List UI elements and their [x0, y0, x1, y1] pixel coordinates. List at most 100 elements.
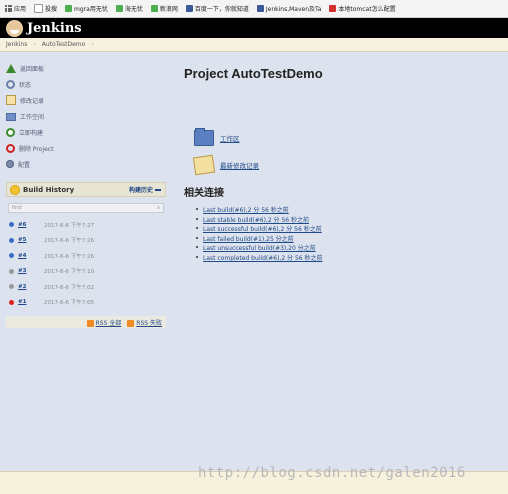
task-status[interactable]: 状态 [6, 76, 166, 92]
build-row[interactable]: #4 2017-6-6 下午7:26 [6, 248, 166, 264]
bookmark-item[interactable]: 投搜 [31, 4, 60, 13]
rss-failed-label: RSS 失败 [136, 319, 162, 327]
build-number[interactable]: #4 [18, 253, 44, 259]
build-status-ball-icon [9, 268, 14, 274]
rss-links: RSS 全部 RSS 失败 [6, 316, 166, 328]
workspace-label: 工作区 [220, 135, 240, 143]
site-icon [65, 5, 73, 12]
build-row[interactable]: #2 2017-6-6 下午7:02 [6, 279, 166, 295]
bookmark-label: 新浪网 [159, 6, 178, 13]
build-row[interactable]: #3 2017-6-6 下午7:10 [6, 264, 166, 280]
breadcrumb-jenkins[interactable]: Jenkins [6, 41, 27, 48]
bookmark-label: 百度一下，你就知道 [194, 6, 249, 13]
permalinks-list: Last build(#6),2 分 56 秒之前 Last stable bui… [196, 205, 323, 263]
task-label: 工作空间 [20, 113, 45, 121]
build-history-title-text: Build History [23, 185, 75, 194]
jenkins-logo-icon[interactable] [6, 19, 23, 37]
task-label: 状态 [19, 81, 32, 89]
build-status-ball-icon [9, 299, 14, 305]
folder-icon [6, 113, 16, 121]
rss-all-label: RSS 全部 [95, 319, 122, 327]
bookmark-label: 应用 [14, 6, 27, 13]
bookmark-apps[interactable]: 应用 [2, 4, 29, 13]
recent-changes-label: 最新修改记录 [220, 162, 259, 170]
task-changes[interactable]: 修改记录 [6, 92, 166, 108]
permalink-item[interactable]: Last stable build(#6),2 分 56 秒之前 [196, 215, 323, 225]
trend-icon [155, 188, 161, 191]
build-status-ball-icon [9, 237, 14, 243]
trend-label: 构建历史 [128, 187, 153, 194]
build-number[interactable]: #1 [18, 299, 44, 305]
permalink-item[interactable]: Last unsuccessful build(#3),20 分之前 [196, 243, 323, 253]
paw-icon [185, 5, 193, 12]
clear-filter-icon[interactable]: x [157, 205, 160, 211]
build-row[interactable]: #1 2017-6-6 下午7:05 [6, 295, 166, 311]
clock-icon [6, 127, 15, 137]
bookmark-item[interactable]: Jenkins,Maven及Ta [254, 4, 325, 13]
task-configure[interactable]: 配置 [6, 156, 166, 172]
task-delete-project[interactable]: 删除 Project [6, 140, 166, 156]
breadcrumb-separator: › [33, 41, 36, 48]
build-number[interactable]: #2 [18, 284, 44, 290]
site-icon [256, 5, 264, 12]
build-number[interactable]: #3 [18, 268, 44, 274]
bookmark-label: Jenkins,Maven及Ta [265, 6, 322, 13]
build-date: 2017-6-6 下午7:26 [44, 253, 95, 260]
side-tasks: 返回面板 状态 修改记录 工作空间 立即构建 删除 Project 配置 [6, 60, 166, 172]
no-entry-icon [6, 143, 15, 153]
csdn-icon [329, 5, 337, 12]
permalink-item[interactable]: Last completed build(#6),2 分 56 秒之前 [196, 253, 323, 263]
permalinks-heading: 相关连接 [184, 188, 224, 199]
folder-icon [194, 128, 214, 146]
task-label: 立即构建 [19, 129, 44, 137]
build-status-ball-icon [9, 284, 14, 290]
build-status-ball-icon [9, 253, 14, 259]
bookmarks-bar: 应用 投搜 mgra用无忧 海无忧 新浪网 百度一下，你就知道 Jenkins,… [0, 0, 508, 18]
permalink-item[interactable]: Last failed build(#1),25 分之前 [196, 234, 323, 244]
bookmark-item[interactable]: 百度一下，你就知道 [183, 4, 252, 13]
site-icon [150, 5, 158, 12]
up-arrow-icon [6, 63, 16, 73]
task-label: 配置 [18, 161, 31, 169]
bookmark-item[interactable]: 本地tomcat怎么配置 [326, 4, 398, 13]
task-workspace[interactable]: 工作空间 [6, 108, 166, 124]
build-date: 2017-6-6 下午7:10 [44, 269, 95, 276]
watermark: http://blog.csdn.net/galen2016 [198, 465, 466, 481]
build-history-title: Build History [11, 185, 75, 194]
build-number[interactable]: #6 [18, 222, 44, 228]
build-history-header: Build History 构建历史 [6, 182, 166, 197]
apps-grid-icon [5, 5, 12, 12]
search-icon [6, 79, 15, 89]
rss-all-link[interactable]: RSS 全部 [86, 318, 122, 327]
recent-changes-link[interactable]: 最新修改记录 [192, 154, 259, 176]
bookmark-item[interactable]: 新浪网 [148, 4, 181, 13]
build-status-ball-icon [9, 222, 14, 228]
weather-sun-icon [11, 185, 19, 194]
build-row[interactable]: #6 2017-6-6 下午7:27 [6, 217, 166, 233]
page-icon [34, 4, 44, 13]
task-build-now[interactable]: 立即构建 [6, 124, 166, 140]
build-date: 2017-6-6 下午7:05 [44, 300, 95, 307]
bookmark-item[interactable]: mgra用无忧 [62, 4, 111, 13]
permalink-item[interactable]: Last build(#6),2 分 56 秒之前 [196, 205, 323, 215]
bookmark-label: mgra用无忧 [74, 6, 108, 13]
build-row[interactable]: #5 2017-6-6 下午7:26 [6, 233, 166, 249]
app-title[interactable]: Jenkins [27, 21, 82, 36]
task-back-to-dashboard[interactable]: 返回面板 [6, 60, 166, 76]
build-filter-input[interactable]: find x [8, 203, 164, 213]
build-history-widget: Build History 构建历史 find x #6 2017-6-6 下午7… [6, 182, 166, 328]
site-icon [115, 5, 123, 12]
workspace-link[interactable]: 工作区 [194, 128, 240, 146]
notepad-icon [6, 95, 16, 105]
breadcrumb: Jenkins › AutoTestDemo › [0, 38, 508, 52]
breadcrumb-project[interactable]: AutoTestDemo [42, 41, 86, 48]
task-label: 修改记录 [20, 97, 45, 105]
bookmark-label: 本地tomcat怎么配置 [338, 6, 396, 13]
build-date: 2017-6-6 下午7:02 [44, 284, 95, 291]
trend-link[interactable]: 构建历史 [129, 185, 161, 194]
rss-failed-link[interactable]: RSS 失败 [127, 318, 162, 327]
bookmark-item[interactable]: 海无忧 [113, 4, 146, 13]
build-number[interactable]: #5 [18, 237, 44, 243]
page-title: Project AutoTestDemo [184, 66, 323, 81]
permalink-item[interactable]: Last successful build(#6),2 分 56 秒之前 [196, 224, 323, 234]
